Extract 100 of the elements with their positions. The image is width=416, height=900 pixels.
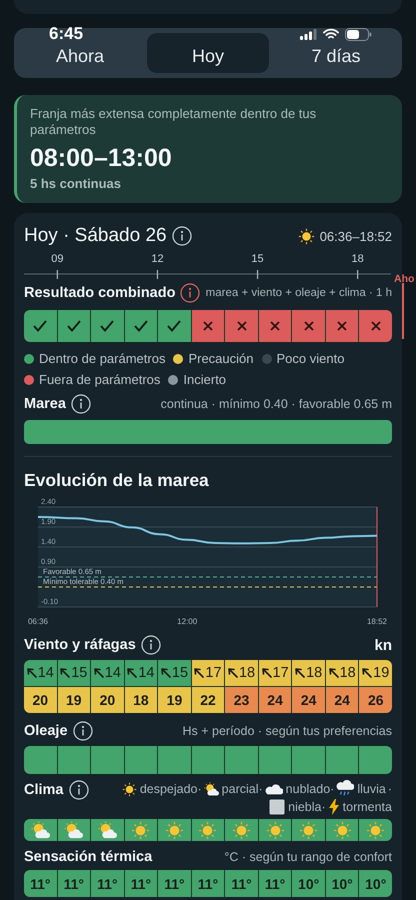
section-note: °C · según tu rango de confort [224, 850, 392, 864]
wind-speed: 15 [71, 665, 88, 681]
legend-label: tormenta [342, 800, 392, 814]
section-note: marea + viento + oleaje + clima · 1 h [206, 287, 392, 299]
info-icon[interactable] [140, 635, 161, 655]
sun-behind-cloud-icon [30, 820, 50, 840]
sun-icon [366, 820, 386, 840]
temperature-cell: 11° [192, 870, 224, 897]
section-title: Viento y ráfagas [24, 637, 136, 653]
hour-label: 09 [51, 253, 64, 265]
sun-icon [122, 782, 137, 796]
legend-label: Dentro de parámetros [39, 351, 166, 366]
sun-icon [131, 820, 150, 840]
gust-cell: 24 [292, 687, 325, 713]
gust-cell: 24 [326, 687, 358, 713]
wind-speed: 17 [205, 665, 222, 681]
hour-label: 12 [151, 253, 164, 265]
time-range: 08:00–13:00 [30, 144, 173, 173]
legend-label: parcial· [222, 782, 263, 796]
info-icon[interactable] [72, 721, 93, 741]
temperature-cell: 11° [91, 870, 124, 897]
legend-label: despejado· [140, 782, 202, 796]
arrow-icon [94, 668, 104, 678]
sun-icon [299, 820, 318, 840]
wind-speed: 15 [172, 665, 188, 681]
wind-speed: 19 [373, 665, 390, 681]
axis-tick-label: 12:00 [177, 617, 198, 626]
temperature-cell: 10° [326, 870, 358, 897]
wifi-icon [323, 28, 339, 40]
arrow-icon [362, 668, 372, 678]
info-icon[interactable] [68, 780, 88, 800]
gust-cell: 24 [258, 687, 292, 713]
temperature-cell: 11° [158, 870, 191, 897]
sun-icon [198, 820, 218, 840]
cross-icon [236, 321, 247, 331]
section-note: continua · mínimo 0.40 · favorable 0.65 m [160, 397, 392, 411]
info-icon[interactable] [70, 394, 91, 414]
wind-speed: 18 [238, 665, 256, 681]
cross-icon [304, 321, 314, 331]
gust-cell: 18 [124, 687, 158, 713]
section-title: Clima [24, 782, 64, 798]
info-icon[interactable] [180, 283, 200, 303]
section-title: Resultado combinado [24, 285, 176, 301]
check-icon [166, 319, 182, 333]
wind-speed: 14 [104, 665, 121, 681]
axis-tick-label: 06:36 [28, 617, 48, 626]
fog-icon [269, 799, 286, 815]
sun-icon [164, 820, 184, 840]
legend-label: Incierto [183, 372, 226, 387]
check-icon [66, 319, 82, 333]
sun-icon [266, 820, 285, 840]
arrow-icon [194, 668, 204, 678]
lightning-icon [328, 799, 340, 815]
check-icon [132, 319, 149, 333]
sun-icon [298, 228, 315, 244]
sun-behind-cloud-icon [64, 820, 84, 840]
status-time: 6:45 [49, 24, 84, 44]
temperature-cell: 10° [292, 870, 325, 897]
arrow-icon [295, 668, 306, 678]
info-icon[interactable] [172, 226, 192, 246]
unit-label: kn [374, 636, 392, 654]
cross-icon [370, 321, 381, 331]
wind-speed: 14 [38, 665, 54, 681]
gust-cell: 19 [58, 687, 90, 713]
arrow-icon [127, 668, 138, 678]
summary-description: Franja más extensa completamente dentro de tus parámetros [30, 106, 318, 138]
cross-icon [202, 321, 213, 331]
chart-title: Evolución de la marea [24, 470, 209, 490]
daylight-hours: 06:36–18:52 [320, 228, 392, 244]
day-title: Hoy · Sábado 26 [24, 225, 167, 247]
temperature-cell: 10° [359, 870, 392, 897]
rain-cloud-icon [336, 780, 354, 798]
cross-icon [337, 321, 348, 331]
now-label: Aho [394, 273, 414, 285]
sun-behind-cloud-icon [98, 820, 117, 840]
separator-dot: · [388, 782, 392, 796]
temperature-cell: 11° [124, 870, 158, 897]
arrow-icon [328, 668, 339, 678]
section-title: Sensación térmica [24, 849, 152, 865]
battery-icon [345, 28, 372, 40]
tab[interactable]: Hoy [147, 33, 269, 73]
gust-cell: 20 [24, 687, 57, 713]
arrow-icon [160, 668, 171, 678]
tab[interactable]: 7 días [275, 33, 397, 73]
temperature-cell: 11° [225, 870, 258, 897]
gust-cell: 22 [192, 687, 224, 713]
axis-tick-label: 18:52 [366, 617, 388, 626]
wind-speed: 18 [340, 665, 356, 681]
duration-label: 5 hs continuas [30, 176, 122, 191]
gust-cell: 19 [158, 687, 191, 713]
check-icon [99, 319, 116, 333]
section-title: Marea [24, 396, 66, 412]
hour-label: 15 [251, 253, 264, 265]
arrow-icon [60, 668, 70, 678]
now-marker [402, 283, 404, 339]
gust-cell: 20 [91, 687, 124, 713]
hour-label: 18 [352, 253, 364, 265]
wind-speed: 14 [138, 665, 154, 681]
signal-icon [300, 28, 317, 40]
gust-cell: 23 [225, 687, 258, 713]
